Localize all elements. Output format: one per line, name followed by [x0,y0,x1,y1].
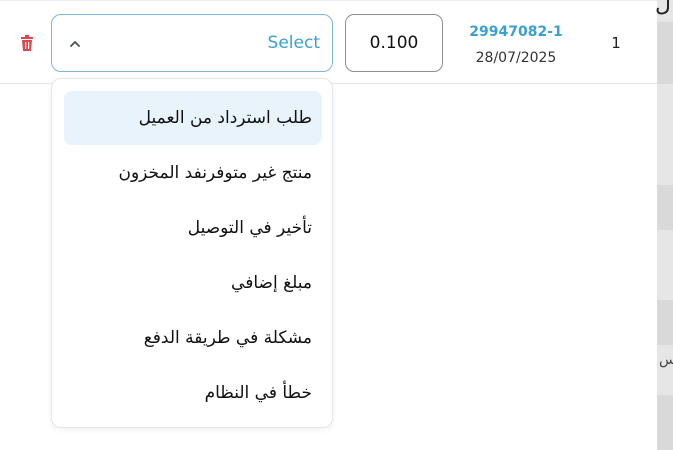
background-band [657,395,673,450]
order-items-panel: ل س Select 0.100 29947082-1 28/07/2025 1… [0,0,673,450]
background-glyph: ل [655,0,671,17]
quantity-input[interactable]: 0.100 [345,14,443,72]
top-divider [0,0,657,1]
reason-option[interactable]: مبلغ إضافي [64,256,322,310]
reason-option[interactable]: منتج غير متوفرنفد المخزون [64,146,322,200]
order-date: 28/07/2025 [475,50,557,66]
reason-option[interactable]: مشكلة في طريقة الدفع [64,311,322,365]
order-id-link[interactable]: 29947082-1 [466,24,566,40]
quantity-value: 0.100 [369,33,419,53]
reason-option[interactable]: تأخير في التوصيل [64,201,322,255]
background-band [657,185,673,230]
background-band [657,300,673,345]
select-label: Select [267,33,320,53]
chevron-up-icon [70,41,80,47]
reason-option[interactable]: طلب استرداد من العميل [64,91,322,145]
reason-select[interactable]: Select [51,14,333,72]
background-band [657,22,673,84]
trash-icon[interactable] [20,35,34,51]
background-glyph: س [659,352,673,368]
reason-dropdown-menu: طلب استرداد من العميل منتج غير متوفرنفد … [51,78,333,428]
reason-option[interactable]: خطأ في النظام [64,366,322,420]
row-index: 1 [611,34,621,52]
